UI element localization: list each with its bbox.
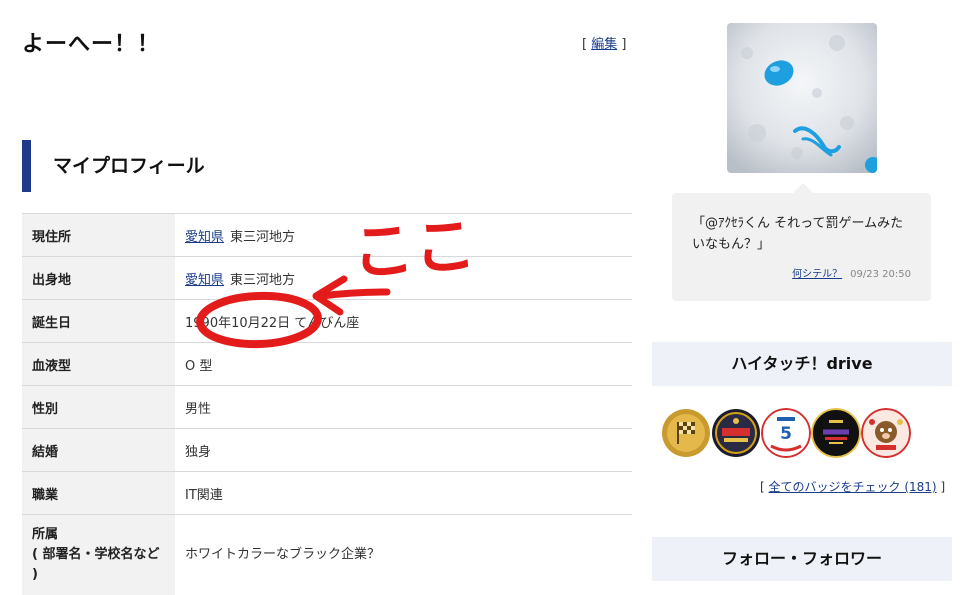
profile-row-gender: 性別 男性 — [22, 385, 632, 429]
edit-bracket-close: ] — [621, 37, 627, 52]
comment-meta: 何シテル？ 09/23 20:50 — [792, 265, 911, 280]
row-value: 愛知県 東三河地方 — [175, 256, 632, 300]
comment-author-link[interactable]: 何シテル？ — [792, 269, 842, 280]
row-label: 性別 — [22, 385, 175, 429]
profile-table: 現住所 愛知県 東三河地方 出身地 愛知県 東三河地方 誕生日 1990年10月22… — [22, 213, 632, 595]
profile-row-hometown: 出身地 愛知県 東三河地方 — [22, 256, 632, 300]
check-all-badges-link[interactable]: 全てのバッジをチェック (181) — [769, 480, 937, 494]
badge-check-close: ] — [940, 480, 946, 494]
hitouch-heading: ハイタッチ！drive — [652, 342, 952, 386]
5th-anniversary-badge[interactable]: 5 — [761, 408, 811, 458]
edit-bracket-open: [ — [582, 37, 588, 52]
avatar[interactable] — [727, 23, 877, 173]
edit-link-wrapper: [ 編集 ] — [582, 33, 626, 52]
avatar-image — [727, 23, 877, 173]
region-text: 東三河地方 — [230, 272, 296, 288]
edit-link[interactable]: 編集 — [591, 37, 617, 52]
comment-timestamp: 09/23 20:50 — [850, 269, 911, 280]
row-label: 職業 — [22, 471, 175, 515]
row-value: ホワイトカラーなブラック企業？ — [175, 514, 632, 595]
badge-check-wrapper: [ 全てのバッジをチェック (181) ] — [760, 478, 945, 495]
row-value: 男性 — [175, 385, 632, 429]
motor-fes-badge[interactable] — [711, 408, 761, 458]
row-value: 独身 — [175, 428, 632, 472]
row-label: 現住所 — [22, 213, 175, 257]
page-title: よーへー！！ — [22, 32, 161, 57]
row-label: 誕生日 — [22, 299, 175, 343]
checkered-flag-badge[interactable] — [661, 408, 711, 458]
row-label: 結婚 — [22, 428, 175, 472]
profile-row-blood-type: 血液型 O 型 — [22, 342, 632, 386]
profile-row-affiliation: 所属 ( 部署名・学校名など ) ホワイトカラーなブラック企業？ — [22, 514, 632, 595]
prefecture-link[interactable]: 愛知県 — [185, 273, 224, 288]
badge-check-open: [ — [760, 480, 765, 494]
profile-row-occupation: 職業 IT関連 — [22, 471, 632, 515]
follow-heading: フォロー・フォロワー — [652, 537, 952, 581]
birthday-value: 1990年10月22日 てんびん座 — [175, 299, 632, 343]
profile-row-marriage: 結婚 独身 — [22, 428, 632, 472]
row-value: 愛知県 東三河地方 — [175, 213, 632, 257]
region-text: 東三河地方 — [230, 229, 296, 245]
status-comment-bubble: 「@ｱｸｾﾗくん それって罰ゲームみたいなもん？」 何シテル？ 09/23 20:… — [672, 183, 931, 301]
svg-text:5: 5 — [780, 424, 792, 444]
row-label: 出身地 — [22, 256, 175, 300]
happy-new-year-2019-badge[interactable] — [861, 408, 911, 458]
row-label: 所属 ( 部署名・学校名など ) — [22, 514, 175, 595]
tokyo-auto-salon-badge[interactable] — [811, 408, 861, 458]
row-value: IT関連 — [175, 471, 632, 515]
row-label: 血液型 — [22, 342, 175, 386]
comment-text: 「@ｱｸｾﾗくん それって罰ゲームみたいなもん？」 — [692, 216, 904, 252]
prefecture-link[interactable]: 愛知県 — [185, 230, 224, 245]
row-value: O 型 — [175, 342, 632, 386]
profile-heading: マイプロフィール — [22, 140, 632, 192]
badge-list: 5 — [661, 408, 921, 458]
profile-row-residence: 現住所 愛知県 東三河地方 — [22, 213, 632, 257]
profile-row-birthday: 誕生日 1990年10月22日 てんびん座 — [22, 299, 632, 343]
